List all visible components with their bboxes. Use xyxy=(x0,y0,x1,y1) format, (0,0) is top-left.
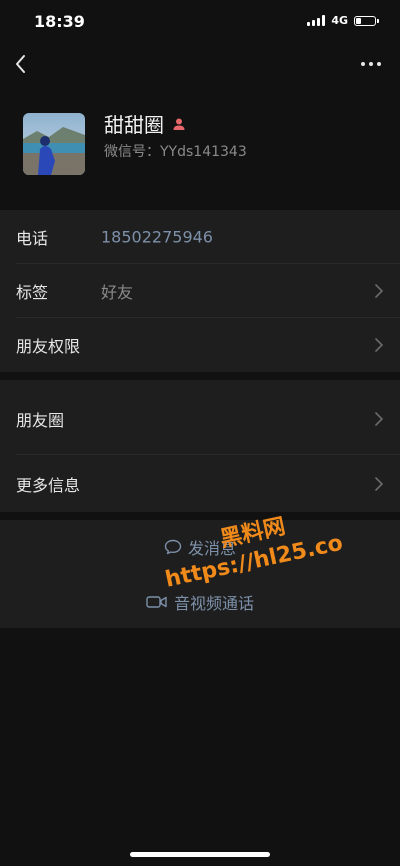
video-icon xyxy=(146,596,167,608)
chat-bubble-icon xyxy=(164,539,182,555)
wechat-id: 微信号：YYds141343 xyxy=(104,144,247,160)
chevron-left-icon xyxy=(16,55,25,73)
battery-level xyxy=(356,17,362,24)
row-friend-permissions[interactable]: 朋友权限 xyxy=(0,318,400,372)
chevron-right-icon xyxy=(375,338,383,352)
avatar-photo xyxy=(23,113,85,175)
back-button[interactable] xyxy=(10,50,34,78)
send-message-label: 发消息 xyxy=(187,539,236,558)
status-indicators: 4G xyxy=(307,14,379,27)
video-call-button[interactable]: 音视频通话 xyxy=(0,582,400,622)
chevron-right-icon xyxy=(375,477,383,491)
chevron-right-icon xyxy=(375,284,383,298)
feed-section: 朋友圈 更多信息 xyxy=(0,380,400,512)
avatar[interactable] xyxy=(23,113,85,175)
row-moments[interactable]: 朋友圈 xyxy=(0,386,400,452)
video-call-label: 音视频通话 xyxy=(173,594,254,613)
row-tags[interactable]: 标签 好友 xyxy=(0,264,400,318)
chevron-right-icon xyxy=(375,412,383,426)
network-label: 4G xyxy=(331,14,348,27)
row-label: 更多信息 xyxy=(16,476,81,495)
row-label: 电话 xyxy=(16,229,49,248)
row-more-info[interactable]: 更多信息 xyxy=(0,455,400,513)
female-icon xyxy=(173,118,185,130)
home-indicator[interactable] xyxy=(130,852,270,857)
profile-name: 甜甜圈 xyxy=(104,109,186,138)
status-time: 18:39 xyxy=(34,12,85,31)
actions-section: 发消息 音视频通话 xyxy=(0,520,400,628)
send-message-button[interactable]: 发消息 xyxy=(0,527,400,567)
row-label: 标签 xyxy=(16,283,49,302)
status-bar: 18:39 4G xyxy=(0,0,400,44)
battery-icon xyxy=(354,15,379,26)
signal-icon xyxy=(307,15,326,26)
more-button[interactable] xyxy=(358,56,384,72)
row-label: 朋友权限 xyxy=(16,337,81,356)
profile-name-text: 甜甜圈 xyxy=(104,113,164,137)
info-section: 电话 18502275946 标签 好友 朋友权限 xyxy=(0,210,400,372)
row-label: 朋友圈 xyxy=(16,411,65,430)
tag-value: 好友 xyxy=(101,283,134,302)
phone-number[interactable]: 18502275946 xyxy=(101,228,213,247)
row-phone[interactable]: 电话 18502275946 xyxy=(0,210,400,264)
more-dots-icon xyxy=(361,62,381,66)
